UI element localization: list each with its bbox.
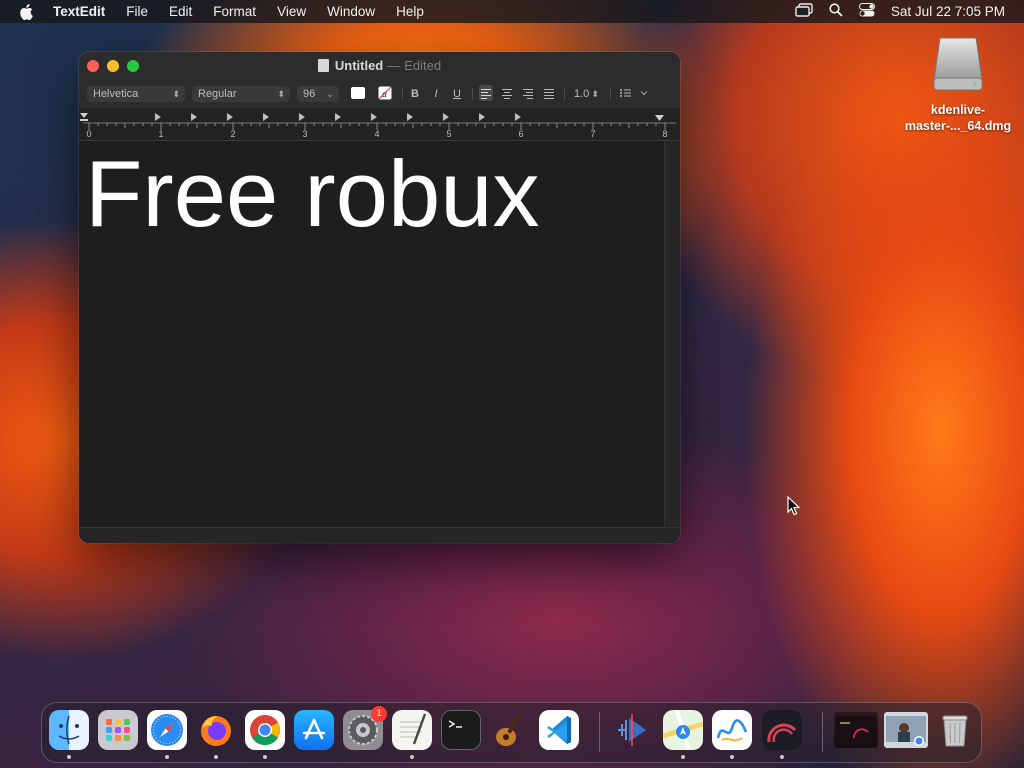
chrome-icon[interactable] [245, 710, 285, 750]
launchpad-icon[interactable] [98, 710, 138, 750]
vscode-icon[interactable] [539, 710, 579, 750]
desktop-disk-image[interactable]: kdenlive- master-..._64.dmg [898, 34, 1018, 134]
menu-bar-clock[interactable]: Sat Jul 22 7:05 PM [891, 4, 1005, 19]
tab-stop-marker [335, 113, 341, 121]
vertical-scrollbar[interactable] [664, 141, 680, 527]
tab-stop-marker [227, 113, 233, 121]
dock: 1 [41, 702, 982, 763]
spotlight-search-icon[interactable] [829, 3, 843, 20]
app-store-icon[interactable] [294, 710, 334, 750]
underline-button[interactable]: U [450, 86, 464, 102]
tab-stop-marker [191, 113, 197, 121]
format-toolbar: Helvetica ⬍ Regular ⬍ 96 ⌄ a B I U 1.0 ⬍ [79, 80, 680, 108]
tab-stop-marker [479, 113, 485, 121]
apple-menu-icon[interactable] [19, 3, 35, 20]
first-line-indent-marker [80, 119, 88, 121]
ruler-label: 5 [446, 129, 451, 139]
ruler-label: 2 [230, 129, 235, 139]
right-margin-marker [655, 115, 664, 121]
menu-format[interactable]: Format [213, 4, 256, 19]
textedit-window: Untitled — Edited Helvetica ⬍ Regular ⬍ 96 ⌄ … [79, 52, 680, 543]
system-settings-icon[interactable]: 1 [343, 706, 387, 750]
window-bottom-bar [79, 527, 680, 543]
recent-window-thumbnail-2[interactable] [884, 712, 928, 748]
safari-icon[interactable] [147, 710, 187, 750]
menu-app-name[interactable]: TextEdit [53, 4, 105, 19]
freeform-icon[interactable] [712, 710, 752, 750]
ruler-label: 8 [662, 129, 667, 139]
document-text[interactable]: Free robux [85, 147, 540, 241]
window-title-bar[interactable]: Untitled — Edited [79, 52, 680, 80]
tab-stop-marker [515, 113, 521, 121]
finder-icon[interactable] [49, 710, 89, 750]
ruler-label: 6 [518, 129, 523, 139]
ruler-label: 1 [158, 129, 163, 139]
recent-window-thumbnail-1[interactable] [834, 712, 878, 748]
textedit-icon[interactable] [392, 710, 432, 750]
mouse-pointer-icon [787, 495, 801, 521]
list-bullets-popup[interactable] [618, 85, 650, 101]
trash-icon[interactable] [935, 710, 975, 750]
align-left-button[interactable] [479, 85, 493, 101]
ruler-label: 0 [86, 129, 91, 139]
font-family-popup[interactable]: Helvetica ⬍ [87, 86, 185, 102]
tab-stop-marker [371, 113, 377, 121]
screen-mirroring-icon[interactable] [795, 3, 813, 20]
garageband-icon[interactable] [490, 710, 530, 750]
line-spacing-popup[interactable]: 1.0 ⬍ [568, 86, 604, 102]
firefox-icon[interactable] [196, 710, 236, 750]
justify-button[interactable] [542, 85, 556, 101]
tab-stop-marker [155, 113, 161, 121]
font-style-popup[interactable]: Regular ⬍ [192, 86, 290, 102]
control-center-icon[interactable] [858, 3, 875, 20]
disk-image-label: kdenlive- master-..._64.dmg [904, 103, 1012, 133]
ruler-label: 3 [302, 129, 307, 139]
kdenlive-icon[interactable] [612, 710, 652, 750]
tab-stop-marker [443, 113, 449, 121]
disk-image-icon [930, 34, 986, 94]
bold-button[interactable]: B [408, 86, 422, 102]
menu-bar: TextEdit File Edit Format View Window He… [0, 0, 1024, 23]
document-proxy-icon[interactable] [317, 59, 329, 72]
text-color-well[interactable] [351, 87, 365, 99]
ruler-label: 7 [590, 129, 595, 139]
document-body[interactable]: Free robux [79, 141, 665, 527]
speedometer-app-icon[interactable] [762, 710, 802, 750]
menu-edit[interactable]: Edit [169, 4, 192, 19]
menu-window[interactable]: Window [327, 4, 375, 19]
highlight-color-icon[interactable]: a [378, 86, 392, 100]
window-title[interactable]: Untitled — Edited [79, 58, 680, 73]
align-right-button[interactable] [521, 85, 535, 101]
notification-badge: 1 [371, 706, 387, 722]
italic-button[interactable]: I [429, 86, 443, 102]
terminal-icon[interactable] [441, 710, 481, 750]
left-indent-marker [80, 113, 88, 118]
menu-help[interactable]: Help [396, 4, 424, 19]
maps-icon[interactable] [662, 709, 704, 751]
align-center-button[interactable] [500, 85, 514, 101]
tab-stop-marker [299, 113, 305, 121]
font-size-combo[interactable]: 96 ⌄ [297, 86, 339, 102]
tab-stop-marker [263, 113, 269, 121]
menu-file[interactable]: File [126, 4, 148, 19]
ruler[interactable]: 0 1 2 3 4 5 6 7 8 [79, 108, 680, 141]
tab-stop-marker [407, 113, 413, 121]
ruler-label: 4 [374, 129, 379, 139]
menu-view[interactable]: View [277, 4, 306, 19]
